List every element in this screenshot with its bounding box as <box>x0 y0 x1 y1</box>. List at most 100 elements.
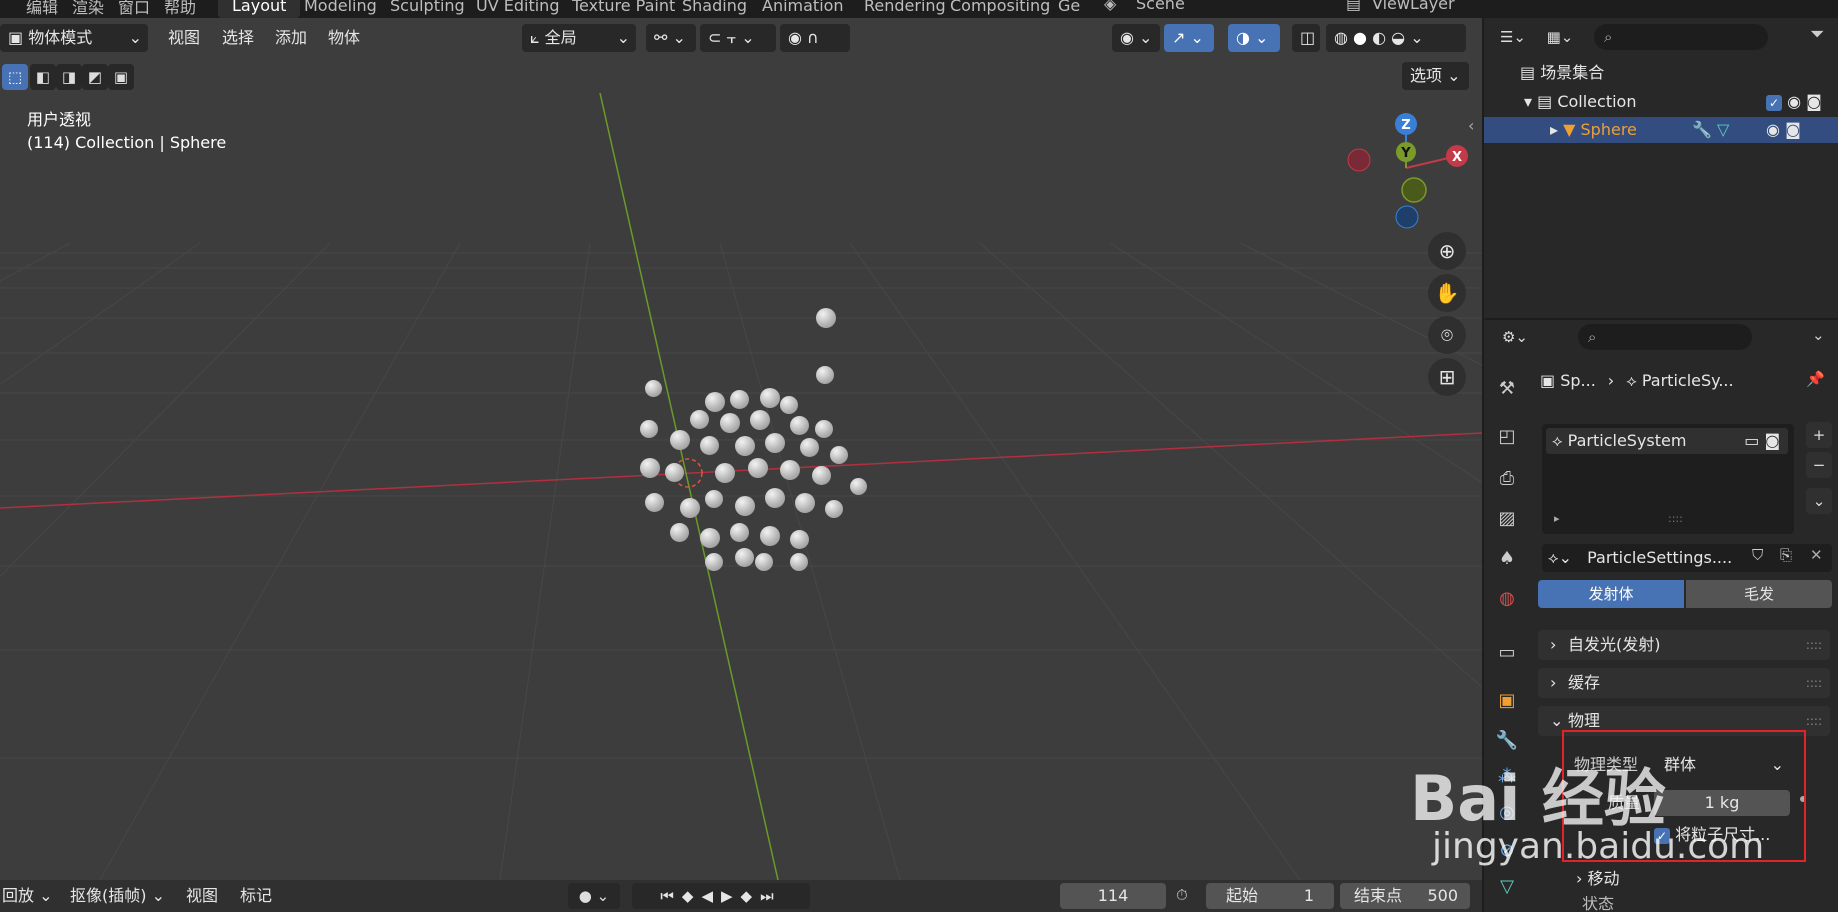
options-dropdown[interactable]: 选项 ⌄ <box>1402 62 1469 90</box>
sidebar-toggle-chevron-icon[interactable]: ‹ <box>1468 116 1474 135</box>
sphere-camera-icon[interactable]: ◙ <box>1785 120 1801 139</box>
properties-options-chevron-icon[interactable]: ⌄ <box>1812 326 1825 344</box>
timeline-view-menu[interactable]: 视图 <box>186 884 218 908</box>
pin-icon[interactable]: 📌 <box>1806 370 1825 388</box>
current-frame-field[interactable]: 114 <box>1060 883 1166 909</box>
add-particle-system-button[interactable]: + <box>1806 422 1832 448</box>
transform-orientation-dropdown[interactable]: ⟀ 全局 ⌄ <box>522 24 636 52</box>
sub-panel-movement[interactable]: › 移动 <box>1576 866 1620 892</box>
select-subtract-icon[interactable]: ◨ <box>56 64 82 90</box>
proportional-edit-icon[interactable]: ◉ ∩ <box>780 24 850 52</box>
view-layer-selector[interactable]: ViewLayer <box>1372 0 1455 13</box>
outliner-search-input[interactable]: ⌕ <box>1594 24 1768 50</box>
eye-icon[interactable]: ◉ <box>1787 92 1801 111</box>
next-keyframe-icon: ◆ <box>740 887 761 905</box>
breadcrumb: ▣ Sp... › ⟡ ParticleSy... <box>1540 371 1734 390</box>
marker-menu[interactable]: 标记 <box>240 884 272 908</box>
particle-data-icon[interactable]: ▽ <box>1717 120 1729 139</box>
panel-cache[interactable]: › 缓存:::: <box>1538 668 1830 698</box>
camera-render-icon[interactable]: ◙ <box>1806 92 1822 111</box>
fake-user-shield-icon[interactable]: ⛉ <box>1752 546 1763 564</box>
tool-tab-icon[interactable]: ⚒ <box>1494 376 1520 402</box>
collection-item[interactable]: ▾ ▤ Collection ✓ ◉ ◙ <box>1524 89 1838 115</box>
visibility-icon[interactable]: ◉ ⌄ <box>1112 24 1160 52</box>
start-frame-field[interactable]: 起始 1 <box>1206 883 1334 909</box>
keying-menu[interactable]: 抠像(插帧) ⌄ <box>70 884 165 908</box>
remove-particle-system-button[interactable]: − <box>1806 452 1832 478</box>
collection-tab-icon[interactable]: ▭ <box>1494 640 1520 666</box>
pivot-point-icon[interactable]: ⚯ ⌄ <box>646 24 696 52</box>
subpanel-chevron-icon: › <box>1576 869 1588 888</box>
sphere-item[interactable]: ▸ ▼ Sphere 🔧 ▽ ◉ ◙ <box>1484 117 1838 143</box>
type-hair-button[interactable]: 毛发 <box>1686 580 1832 608</box>
scene-tab-icon[interactable]: ♠ <box>1494 546 1520 572</box>
mode-dropdown[interactable]: ▣ 物体模式 ⌄ <box>0 24 148 52</box>
menu-view[interactable]: 视图 <box>168 24 200 52</box>
tab-ge[interactable]: Ge <box>1044 0 1094 18</box>
baidu-watermark-logo: Bai 经验 <box>1410 762 1666 835</box>
top-menu-bar: 编辑 渲染 窗口 帮助 Layout Modeling Sculpting UV… <box>0 0 1838 18</box>
pan-hand-icon[interactable]: ✋ <box>1428 274 1466 312</box>
type-emitter-button[interactable]: 发射体 <box>1538 580 1684 608</box>
tab-animation[interactable]: Animation <box>748 0 858 18</box>
menu-window[interactable]: 窗口 <box>118 0 150 18</box>
menu-render[interactable]: 渲染 <box>72 0 104 18</box>
xray-icon[interactable]: ◫ <box>1292 24 1320 52</box>
duplicate-icon[interactable]: ⎘ <box>1780 546 1792 564</box>
properties-search-input[interactable]: ⌕ <box>1578 324 1752 350</box>
camera-icon[interactable]: ⌾ <box>1428 316 1466 354</box>
overlays-icon[interactable]: ◑ ⌄ <box>1228 24 1280 52</box>
list-specials-chevron-icon[interactable]: ⌄ <box>1806 488 1832 514</box>
select-box-icon[interactable]: ⬚ <box>2 64 28 90</box>
panel-emission[interactable]: › 自发光(发射):::: <box>1538 630 1830 660</box>
editor-type-icon[interactable]: ⚙⌄ <box>1494 324 1536 350</box>
list-expand-icon[interactable]: ▸ <box>1554 512 1560 525</box>
menu-edit[interactable]: 编辑 <box>26 0 58 18</box>
zoom-icon[interactable]: ⊕ <box>1428 232 1466 270</box>
mesh-object-icon: ▼ <box>1563 120 1581 139</box>
play-reverse-icon: ◀ <box>701 887 721 905</box>
object-tab-icon[interactable]: ▣ <box>1494 688 1520 714</box>
playback-controls[interactable]: ⏮◆◀▶◆⏭ <box>632 883 810 909</box>
data-tab-icon[interactable]: ▽ <box>1494 874 1520 900</box>
menu-add[interactable]: 添加 <box>275 24 307 52</box>
perspective-grid-icon[interactable]: ⊞ <box>1428 358 1466 396</box>
menu-help[interactable]: 帮助 <box>164 0 196 18</box>
render-tab-icon[interactable]: ◰ <box>1494 424 1520 450</box>
3d-viewport[interactable]: 用户透视 (114) Collection | Sphere ⬚ ◧ ◨ ◩ ▣… <box>0 18 1482 880</box>
sphere-eye-icon[interactable]: ◉ <box>1766 120 1780 139</box>
output-tab-icon[interactable]: ⎙ <box>1494 466 1520 492</box>
select-extend-icon[interactable]: ◧ <box>30 64 56 90</box>
shading-modes[interactable]: ◍ ● ◐ ◒ ⌄ <box>1326 24 1466 52</box>
view-layer-tab-icon[interactable]: ▨ <box>1494 506 1520 532</box>
filter-funnel-icon[interactable]: ⏷ <box>1810 24 1824 45</box>
playback-menu[interactable]: 回放 ⌄ <box>2 884 53 908</box>
particle-breadcrumb-icon: ⟡ <box>1626 371 1642 390</box>
unlink-close-icon[interactable]: ✕ <box>1810 546 1823 564</box>
modifier-wrench-icon[interactable]: 🔧 <box>1692 120 1712 139</box>
collection-checkbox[interactable]: ✓ <box>1766 94 1782 111</box>
select-invert-icon[interactable]: ◩ <box>82 64 108 90</box>
menu-select[interactable]: 选择 <box>222 24 254 52</box>
menu-object[interactable]: 物体 <box>328 24 360 52</box>
navigation-gizmo[interactable]: Z Y X <box>1336 110 1476 230</box>
filter-mode-icon[interactable]: ▦⌄ <box>1540 24 1580 50</box>
tab-uv-editing[interactable]: UV Editing <box>462 0 573 18</box>
select-intersect-icon[interactable]: ▣ <box>108 64 134 90</box>
list-resize-handle[interactable]: :::: <box>1668 512 1683 525</box>
world-tab-icon[interactable]: ◍ <box>1494 586 1520 612</box>
particle-settings-row[interactable]: ⟡⌄ ParticleSettings.... <box>1548 545 1732 571</box>
stopwatch-icon[interactable]: ⏱ <box>1176 886 1188 904</box>
display-render-icons[interactable]: ▭ ◙ <box>1744 428 1780 454</box>
end-frame-field[interactable]: 结束点 500 <box>1340 883 1470 909</box>
particle-system-item[interactable]: ⟡ ParticleSystem ▭ ◙ <box>1546 428 1788 454</box>
gizmo-toggle-icon[interactable]: ↗ ⌄ <box>1164 24 1214 52</box>
scene-collection-item[interactable]: ▤ 场景集合 <box>1520 60 1604 86</box>
tab-layout[interactable]: Layout <box>218 0 301 18</box>
snap-icon[interactable]: ⊂ ⫟ ⌄ <box>700 24 776 52</box>
record-icon[interactable]: ● ⌄ <box>568 883 620 909</box>
sub-panel-next[interactable]: 状态 <box>1582 896 1614 912</box>
display-mode-icon[interactable]: ☰⌄ <box>1494 24 1532 50</box>
scene-selector[interactable]: Scene <box>1136 0 1185 13</box>
panel-collapsed-chevron-icon: › <box>1550 635 1557 654</box>
